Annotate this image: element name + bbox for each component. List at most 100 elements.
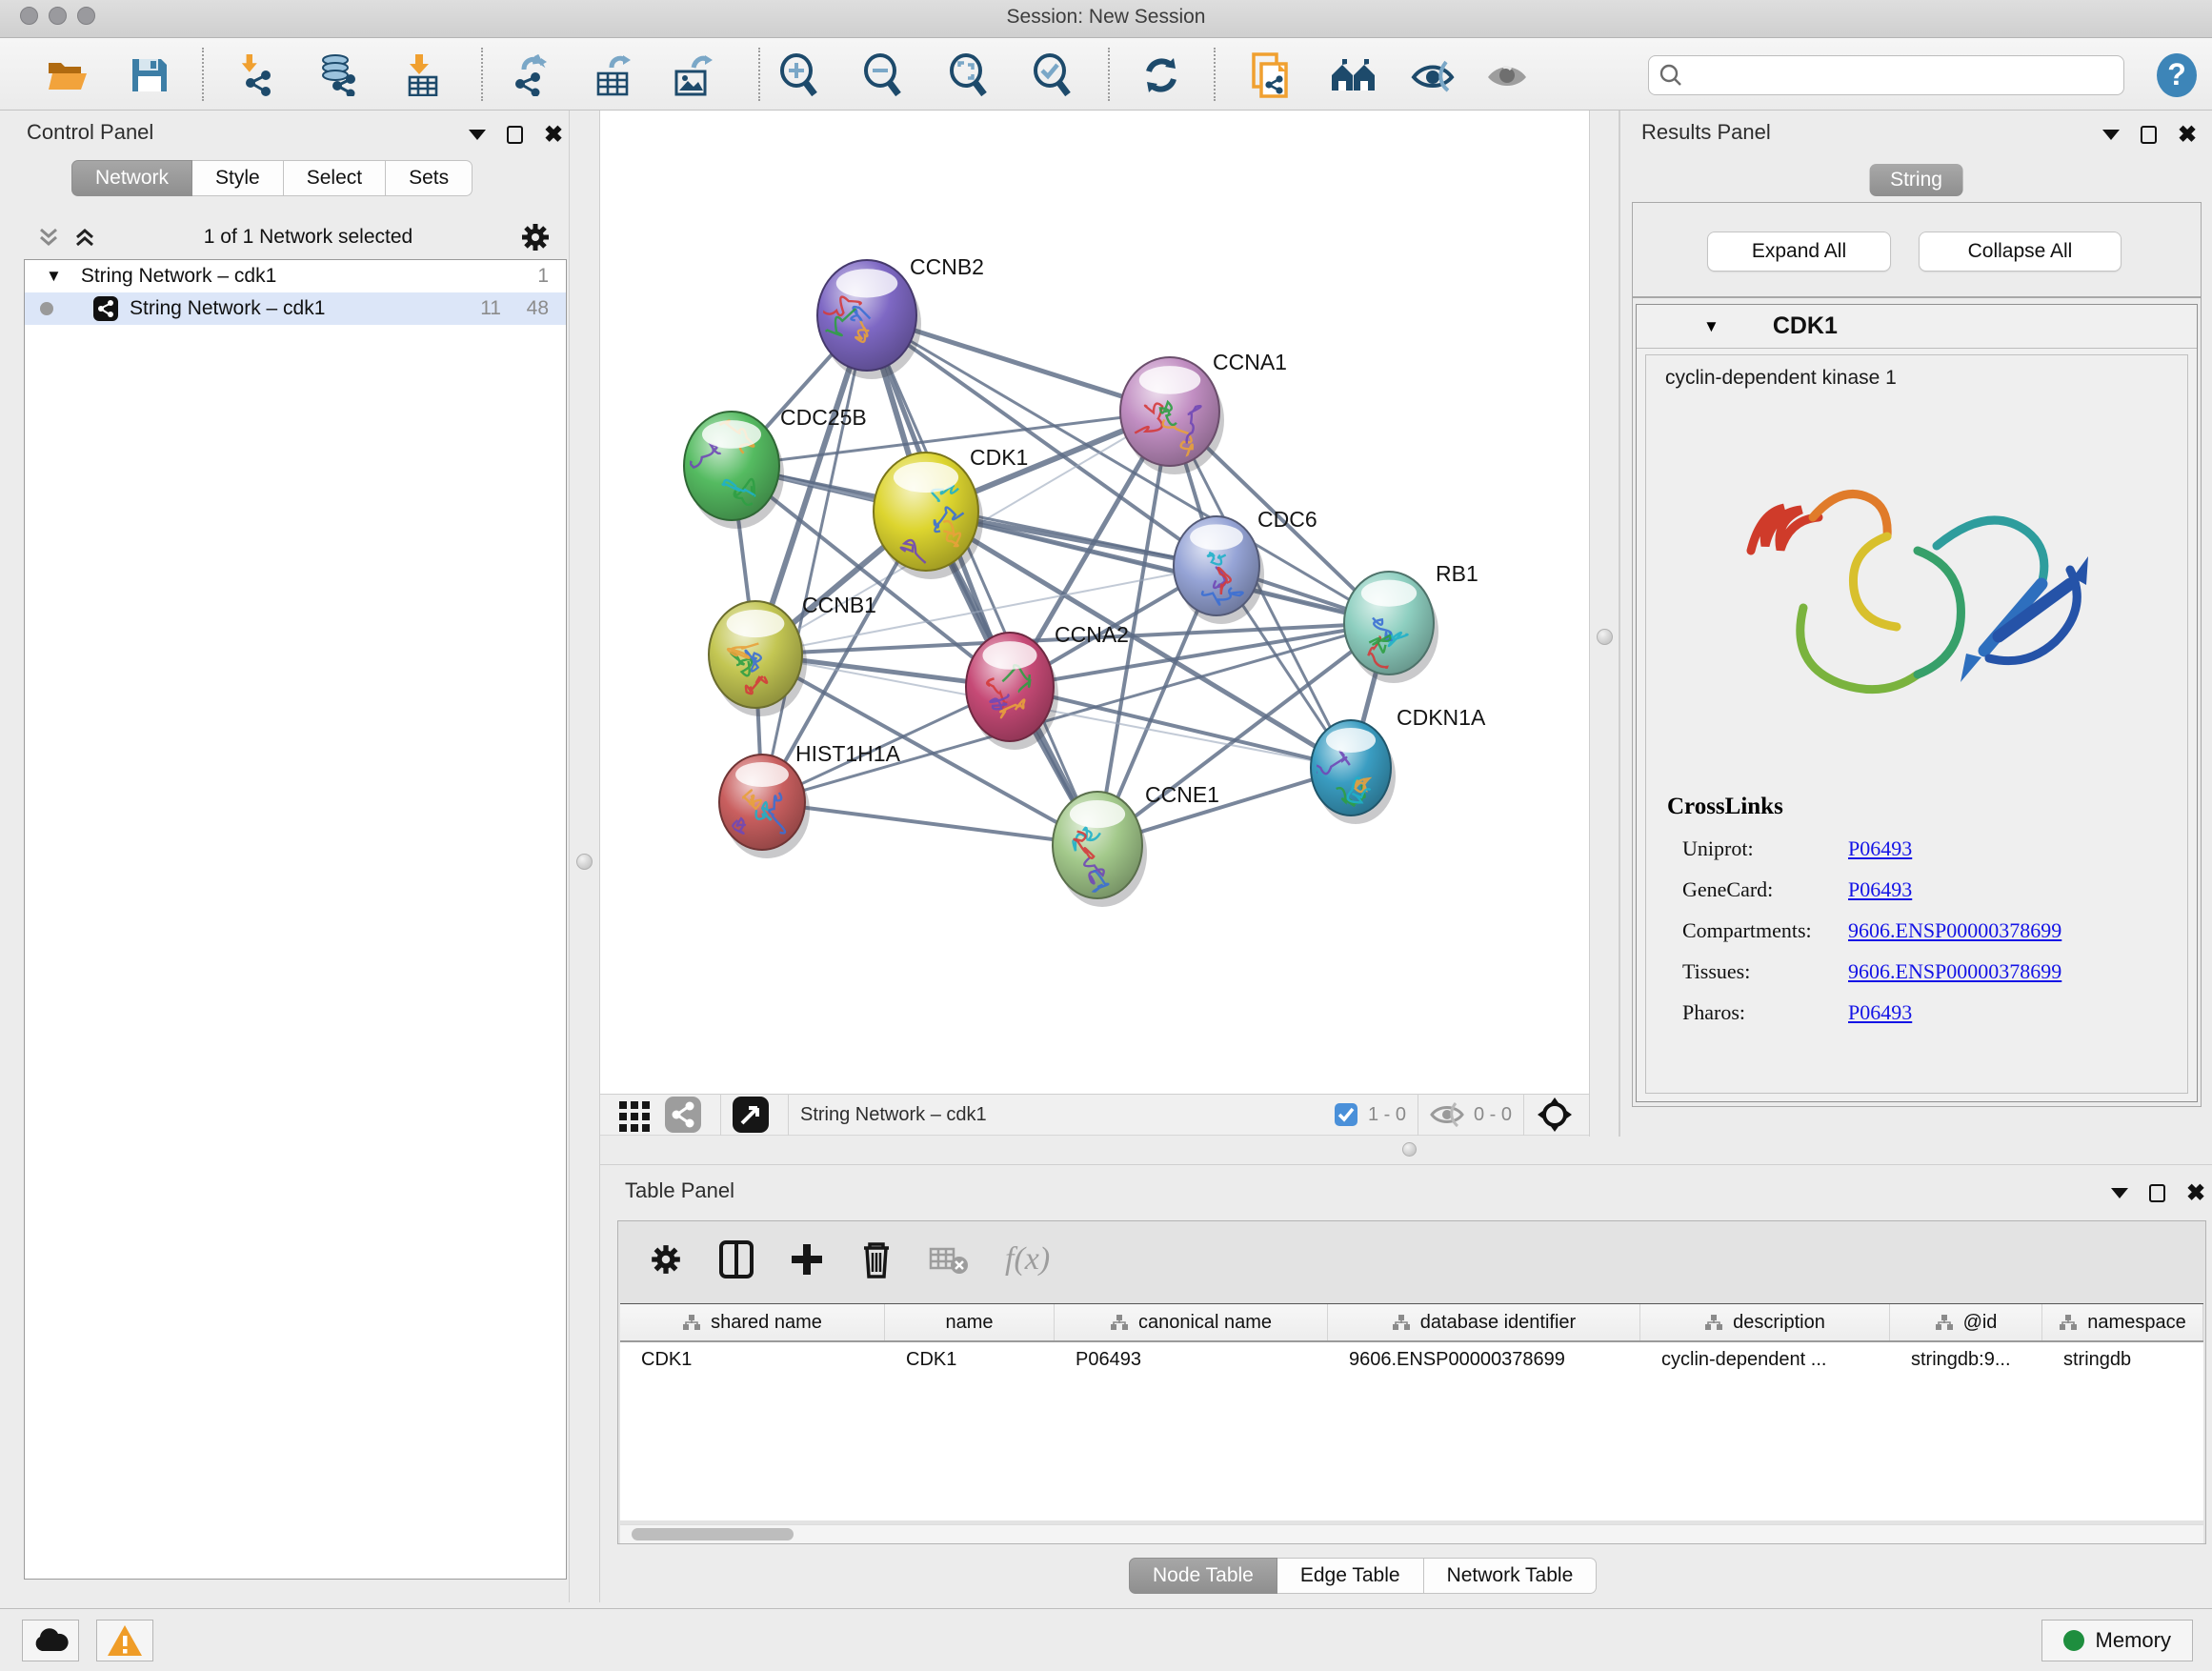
expand-all-icon[interactable] [72,225,97,250]
table-cell[interactable]: P06493 [1055,1342,1328,1379]
maximize-panel-icon[interactable] [507,126,523,144]
close-panel-icon[interactable]: ✖ [2178,126,2197,144]
network-graph[interactable]: CCNB2CCNA1CDC25BCDK1CDC6RB1CCNB1CCNA2CDK… [600,111,1589,1094]
export-table-button[interactable] [587,51,638,99]
network-node-CCNE1[interactable]: CCNE1 [1053,782,1219,907]
table-cell[interactable]: stringdb:9... [1890,1342,2042,1379]
network-node-CCNA1[interactable]: CCNA1 [1120,350,1287,474]
crosslink-link[interactable]: P06493 [1848,836,1912,861]
network-edge[interactable] [1010,687,1351,768]
table-cell[interactable]: CDK1 [620,1342,885,1379]
open-in-window-icon[interactable] [733,1097,769,1133]
maximize-panel-icon[interactable] [2141,126,2157,144]
network-collection-row[interactable]: ▼ String Network – cdk1 1 [25,260,566,292]
selected-checkbox-icon[interactable] [1334,1102,1358,1127]
tab-network[interactable]: Network [71,160,192,196]
float-panel-icon[interactable] [2102,130,2120,140]
zoom-fit-button[interactable] [943,51,995,99]
import-network-button[interactable] [231,51,282,99]
column-header-namespace[interactable]: namespace [2042,1304,2203,1340]
collapse-triangle-icon[interactable]: ▼ [1703,317,1719,336]
add-column-icon[interactable] [790,1240,824,1278]
tab-edge-table[interactable]: Edge Table [1277,1558,1424,1594]
network-node-CDC6[interactable]: CDC6 [1174,507,1317,624]
hidden-eye-icon[interactable] [1430,1101,1464,1128]
help-button[interactable]: ? [2151,51,2202,99]
tab-sets[interactable]: Sets [386,160,473,196]
network-edge[interactable] [867,315,1097,845]
table-horizontal-scrollbar[interactable] [620,1524,2203,1543]
memory-button[interactable]: Memory [2041,1620,2193,1661]
column-header-database-identifier[interactable]: database identifier [1328,1304,1640,1340]
column-header--id[interactable]: @id [1890,1304,2042,1340]
table-cell[interactable]: cyclin-dependent ... [1640,1342,1890,1379]
fit-content-crosshair-icon[interactable] [1536,1096,1574,1134]
delete-column-icon[interactable] [860,1240,893,1278]
network-node-RB1[interactable]: RB1 [1344,561,1478,683]
node-table[interactable]: shared namenamecanonical namedatabase id… [620,1303,2203,1520]
refresh-button[interactable] [1136,51,1187,99]
table-row[interactable]: CDK1CDK1P064939606.ENSP00000378699cyclin… [620,1342,2203,1379]
hide-selected-button[interactable] [1408,51,1459,99]
network-node-HIST1H1A[interactable]: HIST1H1A [719,741,901,858]
clone-network-button[interactable] [1244,51,1296,99]
tab-style[interactable]: Style [192,160,284,196]
splitter-handle[interactable] [1402,1142,1417,1157]
column-header-canonical-name[interactable]: canonical name [1055,1304,1328,1340]
network-badge-icon[interactable] [665,1097,701,1133]
network-node-CDKN1A[interactable]: CDKN1A [1311,705,1486,824]
close-panel-icon[interactable]: ✖ [544,126,563,144]
network-canvas[interactable]: CCNB2CCNA1CDC25BCDK1CDC6RB1CCNB1CCNA2CDK… [600,111,1589,1094]
crosslink-link[interactable]: 9606.ENSP00000378699 [1848,918,2061,943]
entry-header[interactable]: ▼ CDK1 [1637,305,2197,349]
crosslink-link[interactable]: P06493 [1848,1000,1912,1025]
column-header-shared-name[interactable]: shared name [620,1304,885,1340]
first-neighbors-button[interactable] [1328,51,1379,99]
tab-string[interactable]: String [1869,164,1963,196]
table-cell[interactable]: 9606.ENSP00000378699 [1328,1342,1640,1379]
float-panel-icon[interactable] [2111,1188,2128,1198]
cloud-button[interactable] [22,1620,79,1661]
network-edge[interactable] [762,802,1097,845]
table-cell[interactable]: CDK1 [885,1342,1055,1379]
network-node-CCNB2[interactable]: CCNB2 [815,254,984,379]
export-network-button[interactable] [503,51,554,99]
warnings-button[interactable] [96,1620,153,1661]
right-splitter[interactable] [1589,111,1619,1137]
tab-node-table[interactable]: Node Table [1129,1558,1277,1594]
expand-all-button[interactable]: Expand All [1707,232,1891,272]
tab-select[interactable]: Select [284,160,386,196]
tab-network-table[interactable]: Network Table [1424,1558,1598,1594]
crosslink-link[interactable]: P06493 [1848,877,1912,902]
table-cell[interactable]: stringdb [2042,1342,2203,1379]
network-node-CDC25B[interactable]: CDC25B [684,405,867,529]
left-splitter[interactable] [569,111,600,1602]
birds-eye-view-icon[interactable] [617,1097,652,1132]
save-session-button[interactable] [124,51,175,99]
maximize-panel-icon[interactable] [2149,1184,2165,1202]
export-image-button[interactable] [667,51,718,99]
gear-icon[interactable] [519,221,552,253]
scrollbar-thumb[interactable] [632,1528,794,1540]
zoom-in-button[interactable] [774,51,825,99]
horizontal-splitter[interactable] [600,1137,2212,1164]
close-panel-icon[interactable]: ✖ [2186,1184,2205,1202]
zoom-selected-button[interactable] [1027,51,1078,99]
network-row[interactable]: String Network – cdk1 11 48 [25,292,566,325]
zoom-out-button[interactable] [857,51,909,99]
splitter-handle[interactable] [1597,629,1613,645]
column-header-description[interactable]: description [1640,1304,1890,1340]
table-settings-gear-icon[interactable] [649,1242,683,1277]
open-session-button[interactable] [42,51,93,99]
collapse-triangle-icon[interactable]: ▼ [46,267,62,286]
show-all-button[interactable] [1482,51,1534,99]
float-panel-icon[interactable] [469,130,486,140]
import-table-button[interactable] [396,51,448,99]
import-network-from-database-button[interactable] [312,51,364,99]
column-header-name[interactable]: name [885,1304,1055,1340]
network-node-CCNB1[interactable]: CCNB1 [709,593,876,716]
crosslink-link[interactable]: 9606.ENSP00000378699 [1848,959,2061,984]
show-columns-icon[interactable] [719,1240,754,1278]
network-edge[interactable] [926,512,1389,623]
search-input[interactable] [1683,65,2102,87]
